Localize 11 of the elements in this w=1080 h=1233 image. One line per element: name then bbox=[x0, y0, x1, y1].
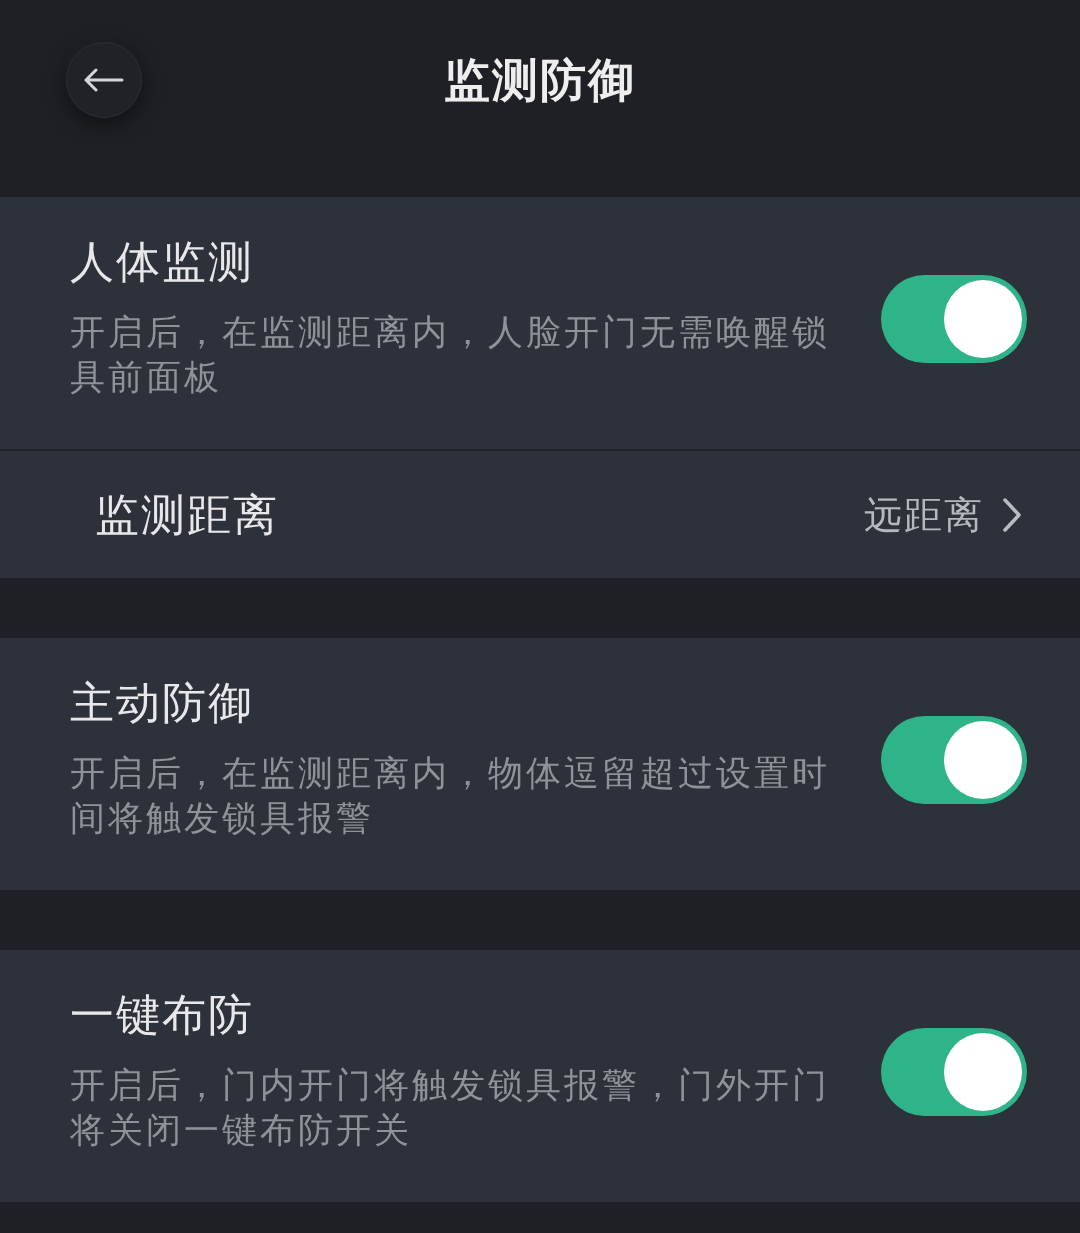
left-arrow-icon bbox=[84, 68, 124, 92]
setting-description: 开启后，门内开门将触发锁具报警，门外开门将关闭一键布防开关 bbox=[70, 1064, 831, 1152]
setting-description: 开启后，在监测距离内，人脸开门无需唤醒锁具前面板 bbox=[70, 311, 831, 399]
setting-label[interactable]: 监测距离 bbox=[95, 486, 279, 543]
chevron-right-icon[interactable] bbox=[1002, 496, 1022, 533]
setting-title: 一键布防 bbox=[70, 988, 255, 1042]
setting-value[interactable]: 远距离 bbox=[864, 489, 984, 540]
page-title: 监测防御 bbox=[444, 51, 636, 108]
setting-title: 主动防御 bbox=[70, 676, 255, 730]
setting-title: 人体监测 bbox=[70, 235, 255, 289]
setting-description: 开启后，在监测距离内，物体逗留超过设置时间将触发锁具报警 bbox=[70, 752, 831, 840]
